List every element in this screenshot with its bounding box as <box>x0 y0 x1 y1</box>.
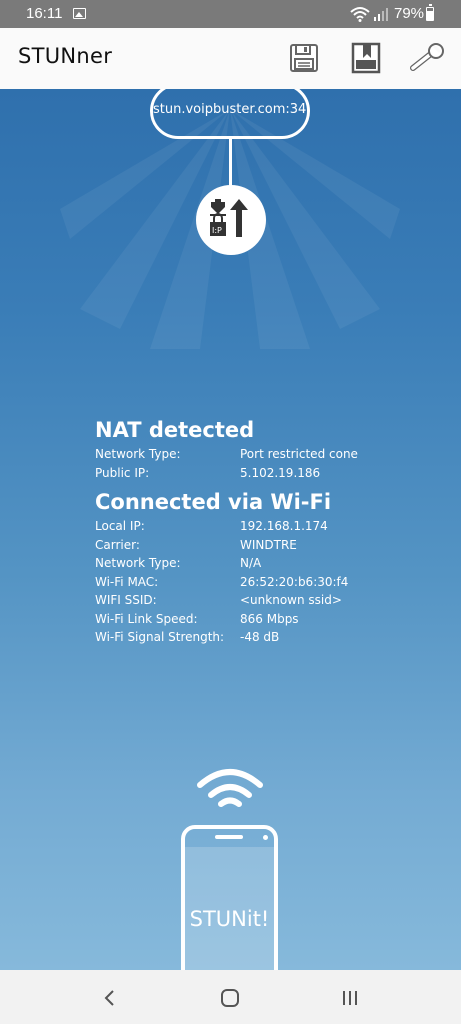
screen: 16:11 79% STUNner stun.voipbuster.com:34… <box>0 0 461 1024</box>
home-button[interactable] <box>208 980 252 1016</box>
info-value: -48 dB <box>240 630 280 644</box>
nat-type-icon: I:P <box>210 199 248 237</box>
phone-camera <box>263 835 268 840</box>
bookmark-icon <box>351 42 381 74</box>
back-icon <box>104 990 114 1006</box>
status-bar: 16:11 79% <box>0 0 461 28</box>
wifi-waves-icon <box>197 769 263 807</box>
info-row: Carrier: WINDTRE <box>95 536 331 555</box>
connection-heading: Connected via Wi-Fi <box>95 490 332 514</box>
info-value: 5.102.19.186 <box>240 465 321 480</box>
app-title: STUNner <box>18 44 113 68</box>
info-label: Wi-Fi MAC: <box>95 574 159 589</box>
wrench-icon <box>410 43 444 71</box>
info-row: Public IP: 5.102.19.186 <box>95 464 331 483</box>
stun-server-address: stun.voipbuster.com:3478 <box>153 102 310 117</box>
info-row: Local IP: 192.168.1.174 <box>95 517 331 536</box>
main-panel: stun.voipbuster.com:3478 I:P NAT detecte… <box>0 89 461 970</box>
info-label: Local IP: <box>95 519 145 533</box>
info-row: Wi-Fi MAC: 26:52:20:b6:30:f4 <box>95 573 348 592</box>
wifi-icon <box>350 7 370 22</box>
info-label: Wi-Fi Signal Strength: <box>95 630 225 644</box>
info-row: Wi-Fi Signal Strength: -48 dB <box>95 628 331 647</box>
nat-indicator: I:P <box>196 185 266 255</box>
info-value: WINDTRE <box>240 537 297 552</box>
battery-icon <box>426 4 434 21</box>
phone-speaker <box>215 835 243 839</box>
svg-text:I:P: I:P <box>212 226 222 235</box>
info-value: 192.168.1.174 <box>240 519 328 533</box>
bookmark-button[interactable] <box>348 40 384 76</box>
connector-line <box>229 139 232 189</box>
stunit-button[interactable]: STUNit! <box>181 825 278 970</box>
settings-button[interactable] <box>410 40 446 76</box>
info-label: Carrier: <box>95 537 140 552</box>
info-row: Network Type: N/A <box>95 554 331 573</box>
info-row: Network Type: Port restricted cone <box>95 445 358 464</box>
back-button[interactable] <box>88 980 132 1016</box>
recent-apps-icon <box>343 991 357 1005</box>
app-bar: STUNner <box>0 28 461 89</box>
network-info: NAT detected Network Type: Port restrict… <box>95 415 358 647</box>
info-value: 26:52:20:b6:30:f4 <box>240 574 349 589</box>
save-button[interactable] <box>286 40 322 76</box>
nat-heading: NAT detected <box>95 418 255 442</box>
info-value: N/A <box>240 556 262 570</box>
info-label: Public IP: <box>95 465 150 480</box>
info-label: Network Type: <box>95 447 181 461</box>
info-value: <unknown ssid> <box>240 593 342 607</box>
recent-apps-button[interactable] <box>328 980 372 1016</box>
nav-bar <box>0 970 461 1024</box>
save-icon <box>290 44 318 72</box>
info-label: WIFI SSID: <box>95 593 157 607</box>
battery-level: 79% <box>394 5 425 22</box>
info-label: Wi-Fi Link Speed: <box>95 611 198 626</box>
gallery-icon <box>73 8 86 19</box>
info-value: 866 Mbps <box>240 611 299 626</box>
info-label: Network Type: <box>95 556 181 570</box>
info-value: Port restricted cone <box>240 447 358 461</box>
signal-icon <box>374 8 388 21</box>
stunit-label: STUNit! <box>189 907 270 931</box>
home-icon <box>221 989 239 1007</box>
status-time: 16:11 <box>26 5 63 22</box>
info-row: WIFI SSID: <unknown ssid> <box>95 591 342 610</box>
info-row: Wi-Fi Link Speed: 866 Mbps <box>95 610 331 629</box>
stun-server-bubble[interactable]: stun.voipbuster.com:3478 <box>150 89 310 139</box>
